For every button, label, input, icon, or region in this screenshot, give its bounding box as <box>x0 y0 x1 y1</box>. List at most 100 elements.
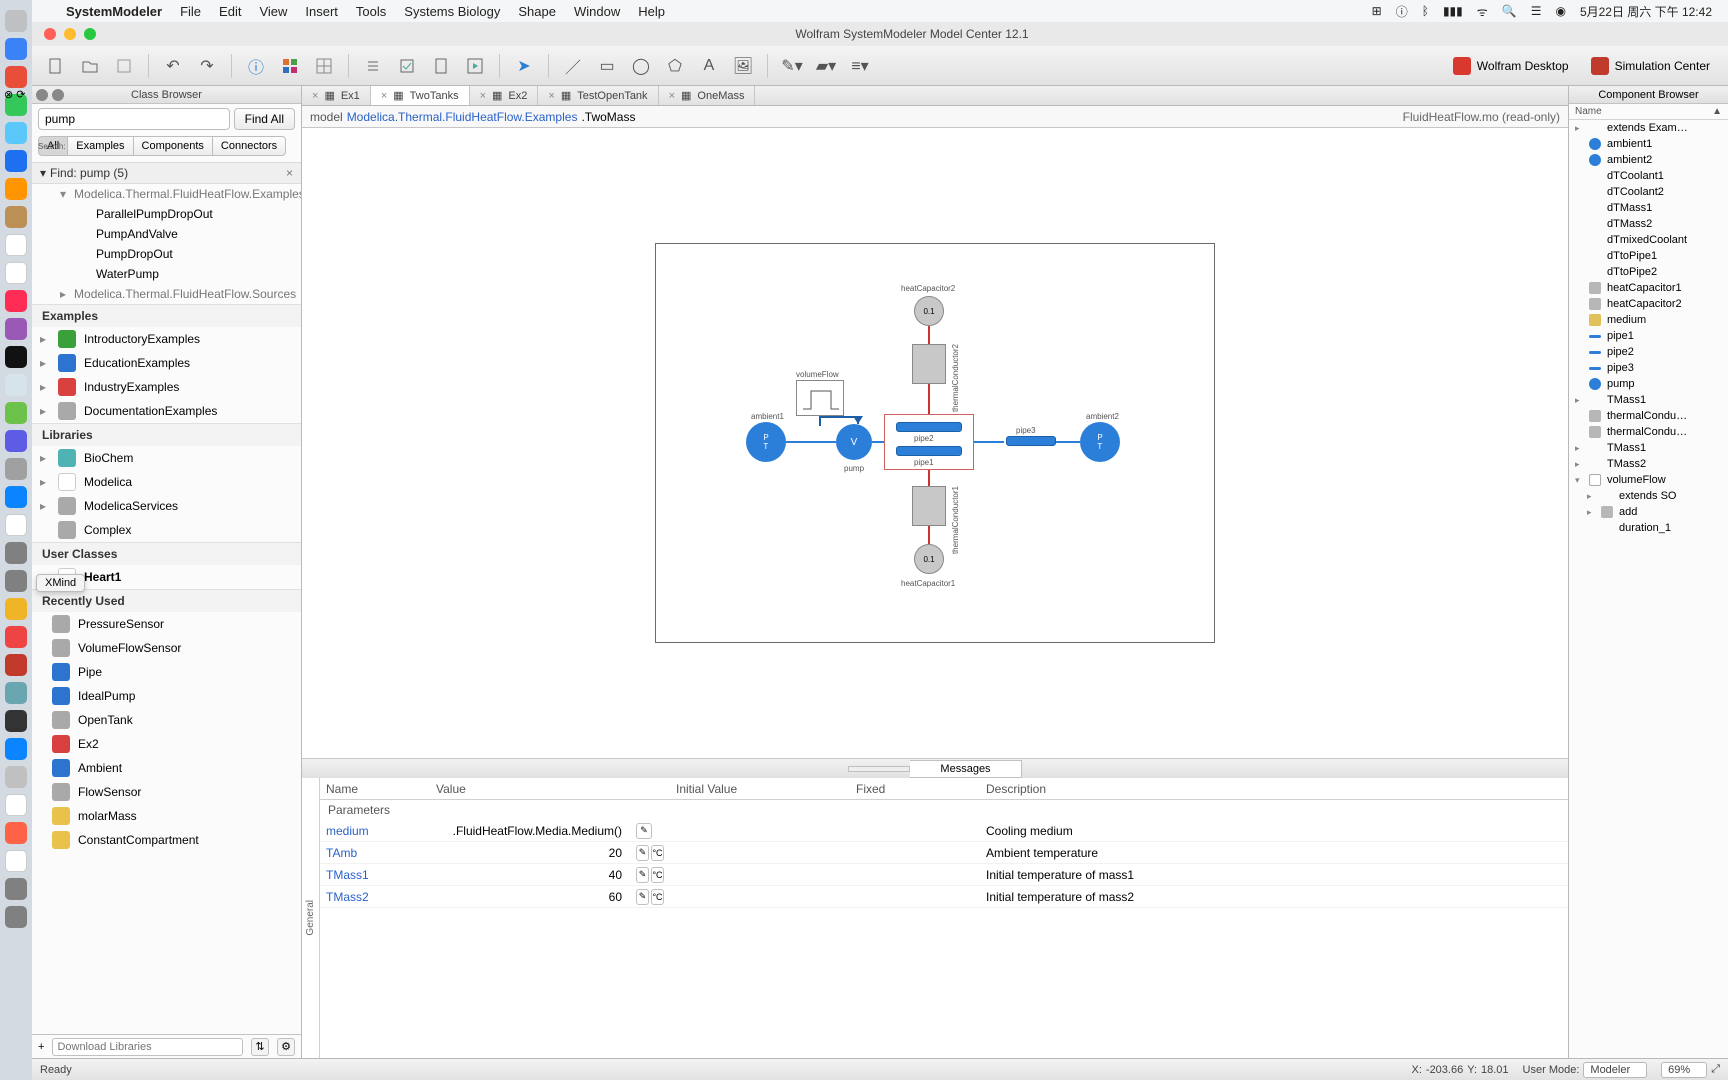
dock-app[interactable] <box>5 906 27 928</box>
tree-item[interactable]: ParallelPumpDropOut <box>32 204 301 224</box>
redo-icon[interactable]: ↷ <box>193 52 221 80</box>
component-item[interactable]: pump <box>1569 376 1728 392</box>
component-item[interactable]: ambient1 <box>1569 136 1728 152</box>
panel-close-icon[interactable] <box>36 89 48 101</box>
tree-item[interactable]: PressureSensor <box>32 612 301 636</box>
pipe-node[interactable] <box>1006 436 1056 446</box>
maximize-window-icon[interactable] <box>84 28 96 40</box>
parameters-side-tab[interactable]: General <box>302 778 320 1058</box>
param-row[interactable]: TAmb 20 ✎°C Ambient temperature <box>320 842 1568 864</box>
component-item[interactable]: ▾volumeFlow <box>1569 472 1728 488</box>
component-item[interactable]: ▸TMass2 <box>1569 456 1728 472</box>
bottom-tab-parameters[interactable] <box>848 766 910 772</box>
edit-icon[interactable]: ✎ <box>636 823 652 839</box>
tree-item[interactable]: molarMass <box>32 804 301 828</box>
pen-color-icon[interactable]: ✎▾ <box>778 52 806 80</box>
tree-item[interactable]: OpenTank <box>32 708 301 732</box>
dock-app[interactable] <box>5 150 27 172</box>
tree-item[interactable]: Ambient <box>32 756 301 780</box>
dock-app[interactable] <box>5 710 27 732</box>
tab[interactable]: ×▦ Ex1 <box>302 86 371 105</box>
dock-app[interactable] <box>5 458 27 480</box>
line-tool-icon[interactable]: ／ <box>559 52 587 80</box>
ambient-node[interactable]: P T <box>746 422 786 462</box>
unit-badge[interactable]: °C <box>651 867 664 883</box>
menu-item[interactable]: Systems Biology <box>404 4 500 19</box>
battery-icon[interactable]: ▮▮▮ <box>1443 4 1463 18</box>
tree-item[interactable]: ▸IntroductoryExamples <box>32 327 301 351</box>
component-item[interactable]: dTMass1 <box>1569 200 1728 216</box>
controlcenter-icon[interactable]: ☰ <box>1531 4 1542 18</box>
tree-item[interactable]: ▸EducationExamples <box>32 351 301 375</box>
sort-icon[interactable]: ⇅ <box>251 1038 269 1056</box>
rect-tool-icon[interactable]: ▭ <box>593 52 621 80</box>
find-all-button[interactable]: Find All <box>234 108 295 130</box>
menu-item[interactable]: Shape <box>518 4 556 19</box>
open-icon[interactable] <box>76 52 104 80</box>
menu-item[interactable]: Window <box>574 4 620 19</box>
dock-app[interactable] <box>5 290 27 312</box>
minimize-window-icon[interactable] <box>64 28 76 40</box>
palette-icon[interactable] <box>276 52 304 80</box>
pipe-node[interactable] <box>896 422 962 432</box>
component-item[interactable]: pipe3 <box>1569 360 1728 376</box>
save-icon[interactable] <box>110 52 138 80</box>
filter-connectors[interactable]: Connectors <box>213 136 286 156</box>
gear-icon[interactable]: ⚙ <box>277 1038 295 1056</box>
wifi-icon[interactable]: ᯤ <box>1477 3 1488 20</box>
fill-color-icon[interactable]: ▰▾ <box>812 52 840 80</box>
menu-item[interactable]: Tools <box>356 4 386 19</box>
menu-item[interactable]: Help <box>638 4 665 19</box>
edit-icon[interactable]: ✎ <box>636 889 649 905</box>
component-item[interactable]: ▸add <box>1569 504 1728 520</box>
dock-app[interactable] <box>5 178 27 200</box>
close-icon[interactable]: × <box>286 166 293 180</box>
text-tool-icon[interactable]: A <box>695 52 723 80</box>
dock-app[interactable] <box>5 570 27 592</box>
component-item[interactable]: ambient2 <box>1569 152 1728 168</box>
component-item[interactable]: heatCapacitor2 <box>1569 296 1728 312</box>
ambient-node[interactable]: P T <box>1080 422 1120 462</box>
circle-tool-icon[interactable]: ◯ <box>627 52 655 80</box>
component-item[interactable]: dTmixedCoolant <box>1569 232 1728 248</box>
spotlight-icon[interactable]: 🔍 <box>1502 4 1517 18</box>
dock-app[interactable] <box>5 486 27 508</box>
tree-group[interactable]: ▸Modelica.Thermal.FluidHeatFlow.Sources <box>32 284 301 304</box>
info-icon[interactable]: ⓘ <box>242 52 270 80</box>
heat-capacitor-node[interactable]: 0.1 <box>914 296 944 326</box>
tree-item[interactable]: ▸Modelica <box>32 470 301 494</box>
zoom-select[interactable]: 69% <box>1661 1062 1707 1078</box>
clock[interactable]: 5月22日 周六 下午 12:42 <box>1580 3 1712 20</box>
component-item[interactable]: ▸extends Exam… <box>1569 120 1728 136</box>
tree-item[interactable]: VolumeFlowSensor <box>32 636 301 660</box>
dock-app[interactable] <box>5 738 27 760</box>
new-icon[interactable] <box>42 52 70 80</box>
dock-app[interactable] <box>5 654 27 676</box>
param-row[interactable]: TMass1 40 ✎°C Initial temperature of mas… <box>320 864 1568 886</box>
dock-app[interactable] <box>5 234 27 256</box>
dock-app[interactable] <box>5 374 27 396</box>
menu-item[interactable]: File <box>180 4 201 19</box>
dock-app[interactable] <box>5 346 27 368</box>
dock-app[interactable] <box>5 766 27 788</box>
menu-item[interactable]: Insert <box>305 4 338 19</box>
image-tool-icon[interactable]: 🖼 <box>729 52 757 80</box>
simulate-icon[interactable] <box>461 52 489 80</box>
diagram-canvas[interactable]: heatCapacitor2 0.1 thermalConductor2 vol… <box>302 128 1568 758</box>
dock-app[interactable] <box>5 206 27 228</box>
bluetooth-icon[interactable]: ᛒ <box>1422 4 1429 18</box>
component-item[interactable]: dTtoPipe2 <box>1569 264 1728 280</box>
tree-item[interactable]: WaterPump <box>32 264 301 284</box>
pump-node[interactable]: V <box>836 424 872 460</box>
dock-app[interactable] <box>5 430 27 452</box>
tree-item[interactable]: ▸DocumentationExamples <box>32 399 301 423</box>
tab[interactable]: ×▦ OneMass <box>659 86 756 105</box>
bottom-tab-messages[interactable]: Messages <box>910 760 1021 778</box>
edit-icon[interactable]: ✎ <box>636 867 649 883</box>
simulation-center-button[interactable]: Simulation Center <box>1583 57 1718 75</box>
app-name[interactable]: SystemModeler <box>66 4 162 19</box>
find-results-header[interactable]: ▾Find: pump (5) × <box>32 162 301 184</box>
tab[interactable]: ×▦ Ex2 <box>470 86 539 105</box>
tab[interactable]: ×▦ TestOpenTank <box>538 86 658 105</box>
list-icon[interactable] <box>359 52 387 80</box>
